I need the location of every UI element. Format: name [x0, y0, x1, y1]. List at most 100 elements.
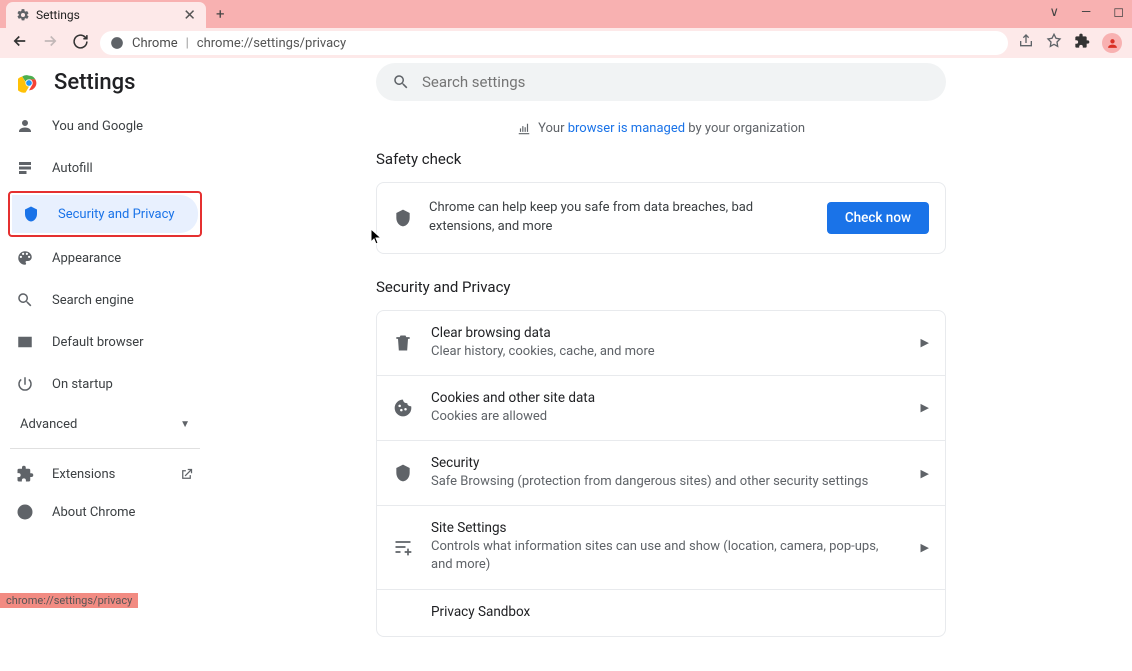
row-privacy-sandbox[interactable]: Privacy Sandbox [377, 589, 945, 636]
nav-advanced[interactable]: Advanced ▼ [6, 407, 204, 442]
row-subtitle: Clear history, cookies, cache, and more [431, 343, 903, 361]
puzzle-icon [16, 465, 34, 483]
search-icon [392, 73, 410, 91]
chrome-icon [16, 503, 34, 521]
nav-appearance[interactable]: Appearance [6, 239, 204, 277]
row-title: Privacy Sandbox [431, 604, 929, 620]
row-title: Cookies and other site data [431, 390, 903, 406]
main-content: Your browser is managed by your organiza… [210, 101, 1132, 671]
autofill-icon [16, 159, 34, 177]
row-clear-browsing-data[interactable]: Clear browsing data Clear history, cooki… [377, 311, 945, 375]
chevron-right-icon: ▶ [921, 401, 929, 414]
verified-icon [393, 208, 413, 228]
tune-icon [393, 537, 413, 557]
power-icon [16, 375, 34, 393]
nav-you-and-google[interactable]: You and Google [6, 107, 204, 145]
nav-label: Security and Privacy [58, 207, 175, 222]
info-icon [110, 36, 124, 50]
row-site-settings[interactable]: Site Settings Controls what information … [377, 505, 945, 588]
maximize-button[interactable]: ◻ [1113, 5, 1124, 20]
tab-title: Settings [36, 8, 80, 22]
nav-label: Autofill [52, 161, 93, 176]
safety-check-desc: Chrome can help keep you safe from data … [429, 199, 811, 237]
nav-search-engine[interactable]: Search engine [6, 281, 204, 319]
content-area: You and Google Autofill Security and Pri… [0, 101, 1132, 671]
chrome-logo-icon [18, 72, 40, 94]
nav-label: On startup [52, 377, 113, 392]
divider [10, 448, 200, 449]
nav-extensions[interactable]: Extensions [6, 455, 204, 493]
managed-banner: Your browser is managed by your organiza… [210, 121, 1112, 136]
bookmark-button[interactable] [1046, 33, 1062, 53]
trash-icon [393, 333, 413, 353]
safety-check-section: Safety check Chrome can help keep you sa… [376, 150, 946, 254]
nav-about-chrome[interactable]: About Chrome [6, 493, 204, 531]
close-tab-button[interactable]: ✕ [183, 6, 196, 24]
chevron-right-icon: ▶ [921, 336, 929, 349]
browser-icon [16, 333, 34, 351]
shield-icon [393, 463, 413, 483]
check-now-button[interactable]: Check now [827, 202, 929, 234]
palette-icon [16, 249, 34, 267]
row-title: Security [431, 455, 903, 471]
building-icon [517, 122, 531, 136]
chevron-right-icon: ▶ [921, 541, 929, 554]
row-title: Clear browsing data [431, 325, 903, 341]
search-settings-bar[interactable] [376, 63, 946, 101]
page-title: Settings [54, 70, 135, 95]
managed-suffix: by your organization [685, 121, 805, 136]
back-button[interactable] [10, 32, 30, 54]
row-subtitle: Safe Browsing (protection from dangerous… [431, 473, 903, 491]
chevron-right-icon: ▶ [921, 467, 929, 480]
security-privacy-card: Clear browsing data Clear history, cooki… [376, 310, 946, 637]
nav-default-browser[interactable]: Default browser [6, 323, 204, 361]
scheme-label: Chrome [132, 36, 178, 51]
toolbar: Chrome | chrome://settings/privacy [0, 28, 1132, 58]
nav-on-startup[interactable]: On startup [6, 365, 204, 403]
row-cookies[interactable]: Cookies and other site data Cookies are … [377, 375, 945, 440]
toolbar-actions [1018, 33, 1122, 53]
window-controls: ∨ — ◻ [1050, 5, 1124, 20]
nav-label: Appearance [52, 251, 121, 266]
person-icon [16, 117, 34, 135]
safety-check-card: Chrome can help keep you safe from data … [376, 182, 946, 254]
new-tab-button[interactable]: + [216, 5, 225, 23]
nav-security-privacy[interactable]: Security and Privacy [12, 195, 198, 233]
search-input[interactable] [422, 73, 930, 91]
nav-label: You and Google [52, 119, 143, 134]
sidebar: You and Google Autofill Security and Pri… [0, 101, 210, 671]
share-button[interactable] [1018, 33, 1034, 53]
row-title: Site Settings [431, 520, 903, 536]
profile-avatar[interactable] [1102, 33, 1122, 53]
gear-icon [16, 8, 30, 22]
chevron-down-icon: ▼ [180, 419, 190, 430]
highlighted-nav-item: Security and Privacy [8, 191, 202, 237]
managed-prefix: Your [538, 121, 568, 136]
nav-label: Search engine [52, 293, 134, 308]
nav-label: Extensions [52, 467, 115, 482]
nav-autofill[interactable]: Autofill [6, 149, 204, 187]
puzzle-icon[interactable] [1074, 33, 1090, 53]
security-privacy-section: Security and Privacy Clear browsing data… [376, 278, 946, 637]
row-security[interactable]: Security Safe Browsing (protection from … [377, 440, 945, 505]
search-icon [16, 291, 34, 309]
browser-tab[interactable]: Settings ✕ [6, 2, 206, 28]
person-icon [1106, 37, 1119, 50]
minimize-button[interactable]: — [1081, 5, 1091, 20]
row-subtitle: Controls what information sites can use … [431, 538, 903, 574]
url-text: chrome://settings/privacy [197, 36, 998, 51]
tab-bar: Settings ✕ + ∨ — ◻ [0, 0, 1132, 28]
status-bar: chrome://settings/privacy [0, 593, 138, 608]
separator: | [186, 36, 189, 51]
address-bar[interactable]: Chrome | chrome://settings/privacy [100, 31, 1008, 55]
row-subtitle: Cookies are allowed [431, 408, 903, 426]
nav-label: About Chrome [52, 505, 135, 520]
shield-icon [22, 205, 40, 223]
reload-button[interactable] [70, 33, 90, 54]
section-title: Safety check [376, 150, 946, 168]
managed-link[interactable]: browser is managed [568, 121, 685, 136]
open-in-new-icon [179, 467, 194, 482]
tab-search-button[interactable]: ∨ [1050, 5, 1060, 20]
nav-label: Default browser [52, 335, 144, 350]
forward-button[interactable] [40, 32, 60, 54]
